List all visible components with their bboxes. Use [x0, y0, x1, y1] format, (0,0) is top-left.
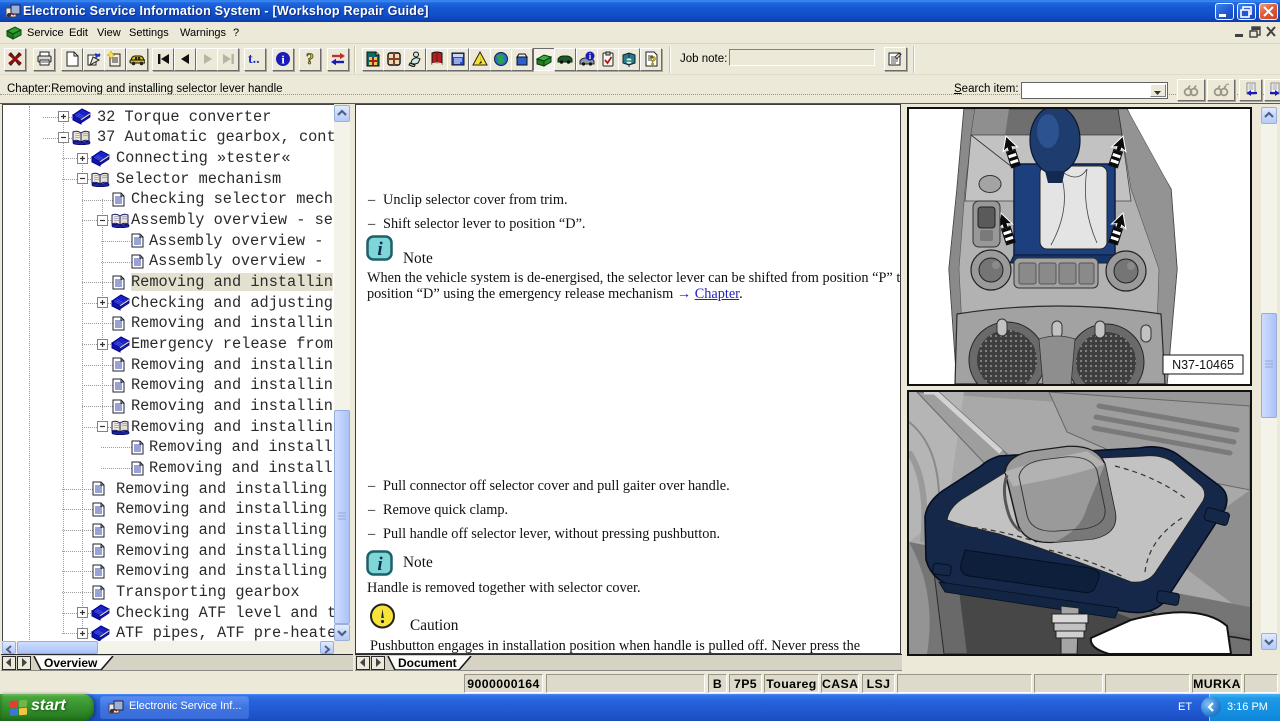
svg-text:i: i [377, 239, 383, 260]
svg-text:?: ? [306, 51, 314, 67]
svg-text:?: ? [649, 53, 656, 67]
svg-text:i: i [377, 554, 383, 575]
svg-text:N37-10465: N37-10465 [1172, 358, 1234, 372]
svg-text:t..: t.. [248, 52, 260, 67]
